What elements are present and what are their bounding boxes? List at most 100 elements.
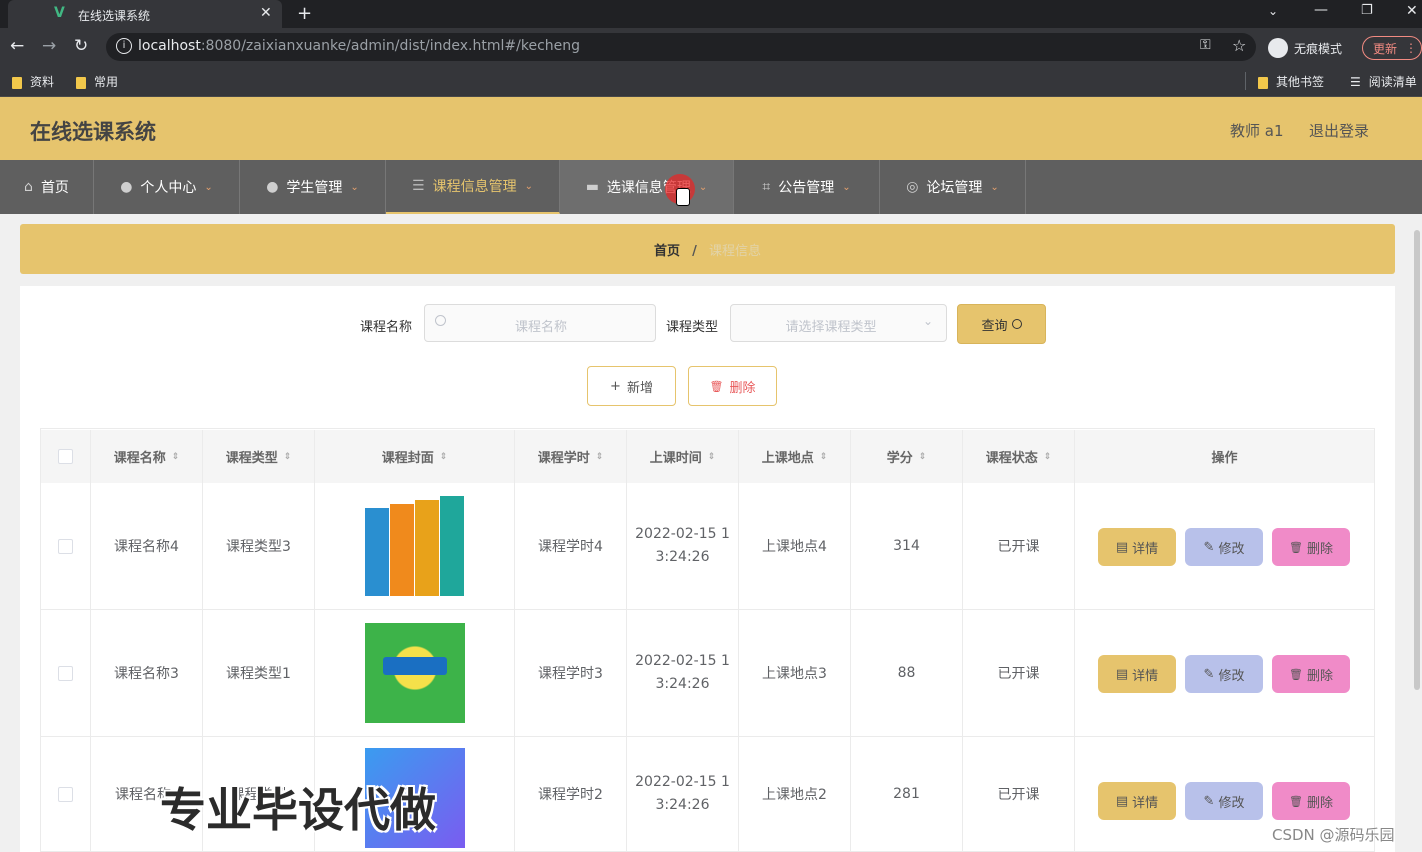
bookmark-label: 资料	[30, 75, 55, 89]
header-course-hours[interactable]: 课程学时 ⇕	[515, 430, 627, 483]
row-delete-button[interactable]: 🗑 删除	[1272, 655, 1350, 693]
nav-course-info-management[interactable]: ☰ 课程信息管理 ⌄	[386, 160, 560, 214]
header-course-status[interactable]: 课程状态 ⇕	[963, 430, 1075, 483]
incognito-badge[interactable]: 无痕模式	[1268, 37, 1342, 59]
header-class-place[interactable]: 上课地点 ⇕	[739, 430, 851, 483]
bookmark-ziliao[interactable]: 资料	[12, 73, 54, 90]
add-button[interactable]: + 新增	[587, 366, 676, 406]
tab-search-icon[interactable]: ⌄	[1268, 4, 1278, 18]
course-name-input[interactable]: 课程名称	[424, 304, 656, 342]
nav-course-selection-management[interactable]: ▬ 选课信息管理 ⌄	[560, 160, 734, 214]
back-icon[interactable]: ←	[10, 36, 24, 56]
batch-delete-button[interactable]: 🗑 删除	[688, 366, 777, 406]
other-bookmarks-label: 其他书签	[1276, 75, 1325, 89]
table-row-checkbox-cell[interactable]	[41, 737, 91, 852]
course-type-placeholder: 请选择课程类型	[785, 320, 877, 335]
sort-icon: ⇕	[918, 451, 927, 462]
key-icon[interactable]: ⚿	[1200, 37, 1211, 53]
current-user: 教师 a1	[1230, 122, 1284, 140]
minimize-icon[interactable]: —	[1314, 2, 1328, 18]
star-icon[interactable]: ☆	[1232, 36, 1246, 55]
trash-icon: 🗑	[1289, 667, 1303, 681]
cover-banner	[382, 657, 447, 675]
query-button[interactable]: 查询	[957, 304, 1046, 344]
reading-list[interactable]: ☰ 阅读清单	[1350, 73, 1417, 90]
row-delete-button[interactable]: 🗑 删除	[1272, 782, 1350, 820]
nav-student-management[interactable]: ● 学生管理 ⌄	[240, 160, 386, 214]
edit-button[interactable]: ✎ 修改	[1185, 782, 1263, 820]
incognito-label: 无痕模式	[1294, 41, 1343, 56]
cell-class-place: 上课地点2	[739, 737, 851, 852]
edit-icon: ✎	[1203, 539, 1215, 555]
breadcrumb-separator: /	[692, 244, 697, 259]
browser-tab[interactable]: V 在线选课系统 ✕	[8, 0, 282, 28]
edit-button[interactable]: ✎ 修改	[1185, 655, 1263, 693]
url-path: :8080/zaixianxuanke/admin/dist/index.htm…	[200, 38, 581, 54]
detail-button[interactable]: ▤ 详情	[1098, 528, 1176, 566]
cell-course-hours: 课程学时4	[515, 483, 627, 610]
header-course-cover[interactable]: 课程封面 ⇕	[315, 430, 515, 483]
edit-label: 修改	[1218, 795, 1245, 811]
trash-icon: 🗑	[709, 379, 724, 393]
update-button[interactable]: 更新 ⋮	[1362, 36, 1422, 60]
select-all-checkbox[interactable]	[58, 449, 73, 464]
chevron-down-icon: ⌄	[923, 314, 934, 328]
delete-label: 删除	[1306, 541, 1333, 557]
course-name-placeholder: 课程名称	[514, 320, 567, 335]
document-icon: ▤	[1115, 793, 1129, 809]
row-checkbox[interactable]	[58, 538, 73, 554]
document-icon: ▤	[1115, 539, 1129, 555]
folder-icon	[1258, 76, 1268, 89]
nav-forum-management[interactable]: ◎ 论坛管理 ⌄	[880, 160, 1026, 214]
detail-label: 详情	[1132, 541, 1159, 557]
page-scrollbar[interactable]	[1414, 230, 1420, 690]
course-type-select[interactable]: 请选择课程类型 ⌄	[730, 304, 947, 342]
detail-button[interactable]: ▤ 详情	[1098, 782, 1176, 820]
sort-icon: ⇕	[707, 451, 716, 462]
cell-credit: 281	[851, 737, 963, 852]
course-cover-image[interactable]	[364, 623, 465, 723]
class-time-line2: 3:24:26	[655, 676, 710, 692]
row-checkbox[interactable]	[58, 665, 73, 681]
detail-button[interactable]: ▤ 详情	[1098, 655, 1176, 693]
other-bookmarks[interactable]: 其他书签	[1258, 73, 1324, 90]
forward-icon[interactable]: →	[42, 36, 56, 56]
tab-close-icon[interactable]: ✕	[260, 5, 272, 21]
home-icon: ⌂	[24, 179, 33, 195]
nav-personal-center[interactable]: ● 个人中心 ⌄	[94, 160, 240, 214]
course-cover-image[interactable]	[364, 496, 465, 596]
table-row-checkbox-cell[interactable]	[41, 610, 91, 737]
app-header: 在线选课系统 教师 a1 退出登录	[0, 97, 1422, 160]
restore-icon[interactable]: ❐	[1361, 3, 1373, 18]
header-course-name[interactable]: 课程名称 ⇕	[91, 430, 203, 483]
breadcrumb-home[interactable]: 首页	[654, 244, 680, 259]
row-delete-button[interactable]: 🗑 删除	[1272, 528, 1350, 566]
watermark-overlay: 专业毕设代做	[160, 783, 436, 837]
row-checkbox[interactable]	[58, 786, 73, 802]
header-label: 课程类型	[225, 451, 278, 466]
folder-icon	[76, 76, 86, 89]
cell-class-time: 2022-02-15 1 3:24:26	[627, 483, 739, 610]
close-window-icon[interactable]: ✕	[1406, 3, 1418, 19]
detail-label: 详情	[1132, 668, 1159, 684]
header-class-time[interactable]: 上课时间 ⇕	[627, 430, 739, 483]
nav-announcement-management[interactable]: ⌗ 公告管理 ⌄	[734, 160, 880, 214]
header-select-all[interactable]	[41, 430, 91, 483]
logout-link[interactable]: 退出登录	[1309, 120, 1369, 141]
add-label: 新增	[626, 380, 653, 396]
detail-label: 详情	[1132, 795, 1159, 811]
table-row-checkbox-cell[interactable]	[41, 483, 91, 610]
header-credit[interactable]: 学分 ⇕	[851, 430, 963, 483]
reading-list-icon: ☰	[1350, 75, 1361, 89]
edit-button[interactable]: ✎ 修改	[1185, 528, 1263, 566]
new-tab-icon[interactable]: +	[297, 3, 312, 24]
vue-logo-icon: V	[54, 5, 65, 21]
edit-label: 修改	[1218, 668, 1245, 684]
chevron-down-icon: ⌄	[698, 181, 708, 193]
reload-icon[interactable]: ↻	[74, 36, 88, 56]
header-course-type[interactable]: 课程类型 ⇕	[203, 430, 315, 483]
url-field[interactable]: i localhost:8080/zaixianxuanke/admin/dis…	[106, 33, 1256, 61]
bookmark-changyong[interactable]: 常用	[76, 73, 118, 90]
delete-label: 删除	[1306, 795, 1333, 811]
nav-home[interactable]: ⌂ 首页	[0, 160, 94, 214]
